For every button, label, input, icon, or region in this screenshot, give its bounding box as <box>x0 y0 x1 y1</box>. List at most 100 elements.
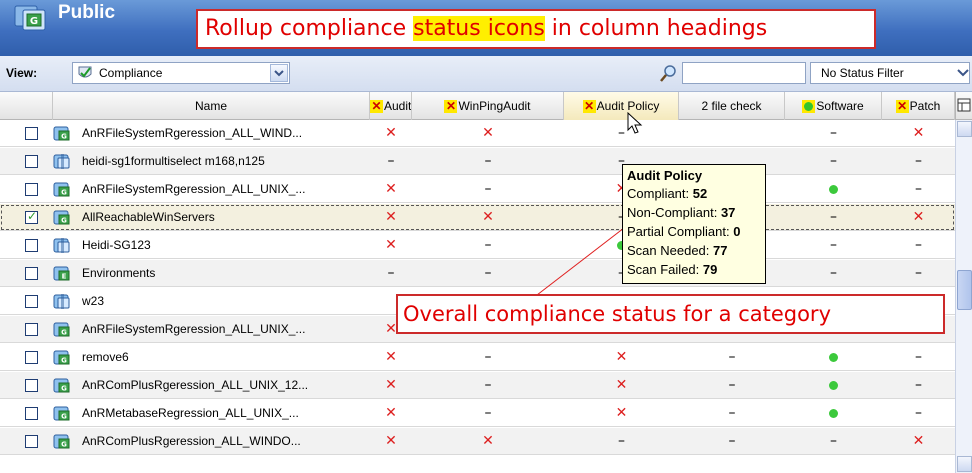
status-cell[interactable]: – <box>679 372 785 399</box>
status-cell[interactable]: – <box>564 120 679 147</box>
status-cell[interactable]: – <box>564 428 679 455</box>
status-cell[interactable]: – <box>679 400 785 427</box>
row-checkbox[interactable] <box>25 435 38 448</box>
column-header-patch[interactable]: ✕ Patch <box>882 92 955 120</box>
table-row[interactable]: G AnRMetabaseRegression_ALL_UNIX_... ✕ – ✕ – – <box>0 400 955 427</box>
status-cell[interactable]: ✕ <box>370 204 412 231</box>
row-checkbox[interactable] <box>25 323 38 336</box>
status-cell[interactable]: ✕ <box>370 372 412 399</box>
row-name[interactable]: AllReachableWinServers <box>82 210 215 224</box>
status-cell[interactable]: ✕ <box>370 232 412 259</box>
status-cell[interactable]: – <box>412 232 564 259</box>
column-header-audit-policy[interactable]: ✕ Audit Policy <box>564 92 679 120</box>
row-name[interactable]: w23 <box>82 294 104 308</box>
status-cell[interactable]: – <box>785 428 882 455</box>
row-checkbox[interactable] <box>25 267 38 280</box>
status-cell[interactable]: – <box>882 232 955 259</box>
status-cell[interactable]: ✕ <box>882 428 955 455</box>
row-name[interactable]: AnRFileSystemRgeression_ALL_UNIX_... <box>82 182 305 196</box>
table-row[interactable]: GAnRFileSystemRgeression_ALL_UNIX_...✕–✕… <box>0 176 955 203</box>
status-cell[interactable]: – <box>370 260 412 287</box>
table-row[interactable]: Gremove6 ✕ – ✕ – – <box>0 344 955 371</box>
row-name[interactable]: AnRComPlusRgeression_ALL_UNIX_12... <box>82 378 308 392</box>
status-filter-select[interactable]: No Status Filter <box>810 62 970 84</box>
row-name[interactable]: AnRFileSystemRgeression_ALL_UNIX_... <box>82 322 305 336</box>
column-header-audit[interactable]: ✕ Audit <box>370 92 412 120</box>
status-cell[interactable]: – <box>370 148 412 175</box>
table-row[interactable]: G AnRComPlusRgeression_ALL_UNIX_12... ✕ – ✕ –… <box>0 372 955 399</box>
status-cell[interactable]: – <box>412 260 564 287</box>
status-cell[interactable]: – <box>679 344 785 371</box>
table-row[interactable]: EEnvironments–––––– <box>0 260 955 287</box>
row-name[interactable]: AnRComPlusRgeression_ALL_WINDO... <box>82 434 301 448</box>
status-cell[interactable]: – <box>412 176 564 203</box>
row-checkbox[interactable] <box>25 209 38 224</box>
status-cell[interactable]: ✕ <box>370 120 412 147</box>
row-checkbox[interactable] <box>25 295 38 308</box>
scroll-down-button[interactable] <box>957 456 972 472</box>
chevron-down-icon[interactable] <box>957 68 969 78</box>
column-chooser-button[interactable] <box>955 92 972 120</box>
row-name[interactable]: remove6 <box>82 350 129 364</box>
status-cell[interactable] <box>785 400 882 427</box>
status-cell[interactable]: – <box>882 372 955 399</box>
status-cell[interactable] <box>785 176 882 203</box>
row-checkbox[interactable] <box>25 379 38 392</box>
status-cell[interactable]: ✕ <box>412 428 564 455</box>
status-cell[interactable]: – <box>785 120 882 147</box>
status-cell[interactable]: ✕ <box>882 204 955 231</box>
status-cell[interactable]: ✕ <box>564 372 679 399</box>
table-row[interactable]: Heidi-SG123 ✕ – – – <box>0 232 955 259</box>
column-header-2-file-check[interactable]: 2 file check <box>679 92 785 120</box>
search-icon[interactable] <box>658 64 678 84</box>
status-cell[interactable]: – <box>785 148 882 175</box>
row-checkbox[interactable] <box>25 407 38 420</box>
view-dropdown-button[interactable] <box>270 64 288 82</box>
column-header-software[interactable]: Software <box>785 92 882 120</box>
status-cell[interactable]: ✕ <box>412 204 564 231</box>
table-row[interactable]: heidi-sg1formultiselect m168,n125– – – – – <box>0 148 955 175</box>
row-checkbox[interactable] <box>25 351 38 364</box>
status-cell[interactable]: ✕ <box>564 400 679 427</box>
row-name[interactable]: Heidi-SG123 <box>82 238 151 252</box>
status-cell[interactable]: – <box>679 428 785 455</box>
row-name[interactable]: AnRMetabaseRegression_ALL_UNIX_... <box>82 406 299 420</box>
search-input[interactable] <box>682 62 806 84</box>
scroll-up-button[interactable] <box>957 121 972 137</box>
column-header-name[interactable]: Name <box>53 92 370 120</box>
status-cell[interactable]: – <box>412 344 564 371</box>
status-cell[interactable]: ✕ <box>564 344 679 371</box>
status-cell[interactable]: ✕ <box>370 176 412 203</box>
status-cell[interactable] <box>785 372 882 399</box>
status-cell[interactable]: ✕ <box>370 344 412 371</box>
row-checkbox[interactable] <box>25 239 38 252</box>
view-select[interactable]: Compliance <box>72 62 290 84</box>
status-cell[interactable]: – <box>882 148 955 175</box>
scroll-thumb[interactable] <box>957 270 972 310</box>
status-cell[interactable]: – <box>412 400 564 427</box>
row-checkbox[interactable] <box>25 155 38 168</box>
status-cell[interactable]: – <box>882 176 955 203</box>
row-name[interactable]: Environments <box>82 266 155 280</box>
table-row[interactable]: G AnRFileSystemRgeression_ALL_WIND... ✕ ✕ – –… <box>0 120 955 147</box>
vertical-scrollbar[interactable] <box>955 120 972 473</box>
status-cell[interactable] <box>679 120 785 147</box>
status-cell[interactable]: – <box>412 372 564 399</box>
row-checkbox[interactable] <box>25 127 38 140</box>
status-cell[interactable]: – <box>882 400 955 427</box>
status-cell[interactable]: – <box>785 204 882 231</box>
table-row[interactable]: G AnRComPlusRgeression_ALL_WINDO... ✕ ✕ – – – ✕ <box>0 428 955 455</box>
status-cell[interactable]: ✕ <box>370 400 412 427</box>
status-cell[interactable] <box>785 344 882 371</box>
status-cell[interactable]: – <box>785 260 882 287</box>
row-name[interactable]: heidi-sg1formultiselect m168,n125 <box>82 154 265 168</box>
status-cell[interactable]: ✕ <box>412 120 564 147</box>
column-header-winpingaudit[interactable]: ✕ WinPingAudit <box>412 92 564 120</box>
status-cell[interactable]: – <box>785 232 882 259</box>
row-checkbox[interactable] <box>25 183 38 196</box>
status-cell[interactable]: – <box>412 148 564 175</box>
row-name[interactable]: AnRFileSystemRgeression_ALL_WIND... <box>82 126 302 140</box>
status-cell[interactable]: ✕ <box>370 428 412 455</box>
status-cell[interactable]: ✕ <box>882 120 955 147</box>
status-cell[interactable]: – <box>882 344 955 371</box>
